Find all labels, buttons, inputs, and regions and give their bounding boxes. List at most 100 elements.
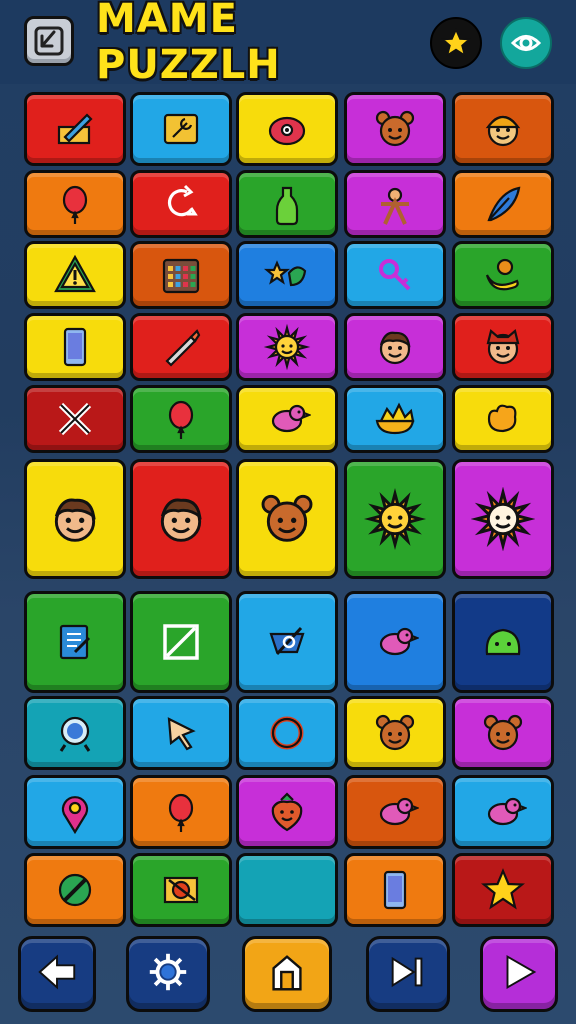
balloon-icon	[157, 395, 205, 443]
puzzle-tile[interactable]	[130, 313, 232, 381]
cat-face-icon	[479, 323, 527, 371]
puzzle-tile[interactable]	[24, 313, 126, 381]
puzzle-tile[interactable]	[24, 696, 126, 770]
puzzle-tile[interactable]	[452, 775, 554, 849]
puzzle-tile[interactable]	[24, 591, 126, 693]
puzzle-tile[interactable]	[344, 170, 446, 238]
puzzle-tile[interactable]	[130, 241, 232, 309]
puzzle-tile[interactable]	[130, 92, 232, 166]
puzzle-tile[interactable]	[452, 92, 554, 166]
sun-icon	[363, 487, 427, 551]
puzzle-tile[interactable]	[236, 775, 338, 849]
puzzle-tile[interactable]	[24, 385, 126, 453]
square-slash-icon	[157, 618, 205, 666]
sun-icon	[263, 323, 311, 371]
back-nav-button[interactable]	[18, 936, 96, 1012]
back-button[interactable]	[24, 16, 74, 66]
calendar-icon	[157, 251, 205, 299]
bottom-nav	[0, 930, 576, 1024]
pie-icon	[371, 395, 419, 443]
puzzle-tile[interactable]	[236, 385, 338, 453]
sun-face-icon	[471, 487, 535, 551]
puzzle-tile[interactable]	[452, 591, 554, 693]
back-arrow-icon	[34, 26, 64, 56]
skip-icon	[385, 949, 431, 999]
puzzle-tile[interactable]	[236, 313, 338, 381]
favorites-button[interactable]	[430, 17, 482, 69]
puzzle-tile[interactable]	[452, 385, 554, 453]
puzzle-tile[interactable]	[236, 696, 338, 770]
warning-icon	[51, 251, 99, 299]
gingerbread-icon	[371, 180, 419, 228]
puzzle-tile[interactable]	[130, 385, 232, 453]
star-leaf-icon	[263, 251, 311, 299]
puzzle-tile[interactable]	[344, 92, 446, 166]
settings-button[interactable]	[126, 936, 210, 1012]
puzzle-tile[interactable]	[344, 459, 446, 579]
puzzle-tile[interactable]	[236, 591, 338, 693]
puzzle-tile[interactable]	[24, 459, 126, 579]
puzzle-tile[interactable]	[452, 170, 554, 238]
puzzle-tile[interactable]	[130, 696, 232, 770]
puzzle-tile[interactable]	[130, 775, 232, 849]
bottle-icon	[263, 180, 311, 228]
bird-icon	[371, 618, 419, 666]
bear-face-icon	[371, 709, 419, 757]
puzzle-tile[interactable]	[236, 170, 338, 238]
puzzle-tile[interactable]	[452, 853, 554, 927]
balloon-icon	[51, 180, 99, 228]
gear-icon	[145, 949, 191, 999]
home-button[interactable]	[242, 936, 332, 1012]
location-pin-icon	[51, 788, 99, 836]
bear-face-icon	[479, 709, 527, 757]
puzzle-tile[interactable]	[344, 313, 446, 381]
pencil-icon	[51, 105, 99, 153]
boy-face-icon	[149, 487, 213, 551]
phone-icon	[51, 323, 99, 371]
puzzle-tile[interactable]	[236, 241, 338, 309]
play-icon	[496, 949, 542, 999]
puzzle-tile[interactable]	[344, 853, 446, 927]
puzzle-tile[interactable]	[236, 853, 338, 927]
view-button[interactable]	[500, 17, 552, 69]
play-button[interactable]	[480, 936, 558, 1012]
puzzle-tile[interactable]	[452, 313, 554, 381]
arrow-loop-icon	[157, 180, 205, 228]
puzzle-tile[interactable]	[236, 92, 338, 166]
puzzle-tile[interactable]	[24, 853, 126, 927]
puzzle-tile[interactable]	[344, 385, 446, 453]
puzzle-tile[interactable]	[24, 92, 126, 166]
puzzle-tile[interactable]	[452, 696, 554, 770]
bird-icon	[371, 788, 419, 836]
home-icon	[264, 949, 310, 999]
puzzle-tile[interactable]	[24, 170, 126, 238]
puzzle-tile[interactable]	[130, 170, 232, 238]
puzzle-tile[interactable]	[344, 775, 446, 849]
feather-icon	[479, 180, 527, 228]
star-icon	[441, 28, 471, 57]
strawberry-face-icon	[263, 788, 311, 836]
puzzle-tile[interactable]	[130, 459, 232, 579]
puzzle-tile[interactable]	[344, 591, 446, 693]
puzzle-tile[interactable]	[236, 459, 338, 579]
magnifier-icon	[51, 709, 99, 757]
shape-icon	[263, 618, 311, 666]
builder-face-icon	[479, 105, 527, 153]
fruit-face-icon	[263, 105, 311, 153]
ring-icon	[263, 709, 311, 757]
banana-icon	[479, 251, 527, 299]
puzzle-tile[interactable]	[344, 241, 446, 309]
puzzle-tile[interactable]	[24, 775, 126, 849]
no-sign-icon	[51, 866, 99, 914]
puzzle-tile[interactable]	[452, 241, 554, 309]
key-icon	[371, 251, 419, 299]
puzzle-tile[interactable]	[24, 241, 126, 309]
puzzle-tile[interactable]	[344, 696, 446, 770]
puzzle-tile[interactable]	[130, 591, 232, 693]
puzzle-tile[interactable]	[452, 459, 554, 579]
eye-icon	[510, 35, 542, 51]
boy-face-icon	[371, 323, 419, 371]
puzzle-tile[interactable]	[130, 853, 232, 927]
skip-button[interactable]	[366, 936, 450, 1012]
tools-icon	[51, 395, 99, 443]
